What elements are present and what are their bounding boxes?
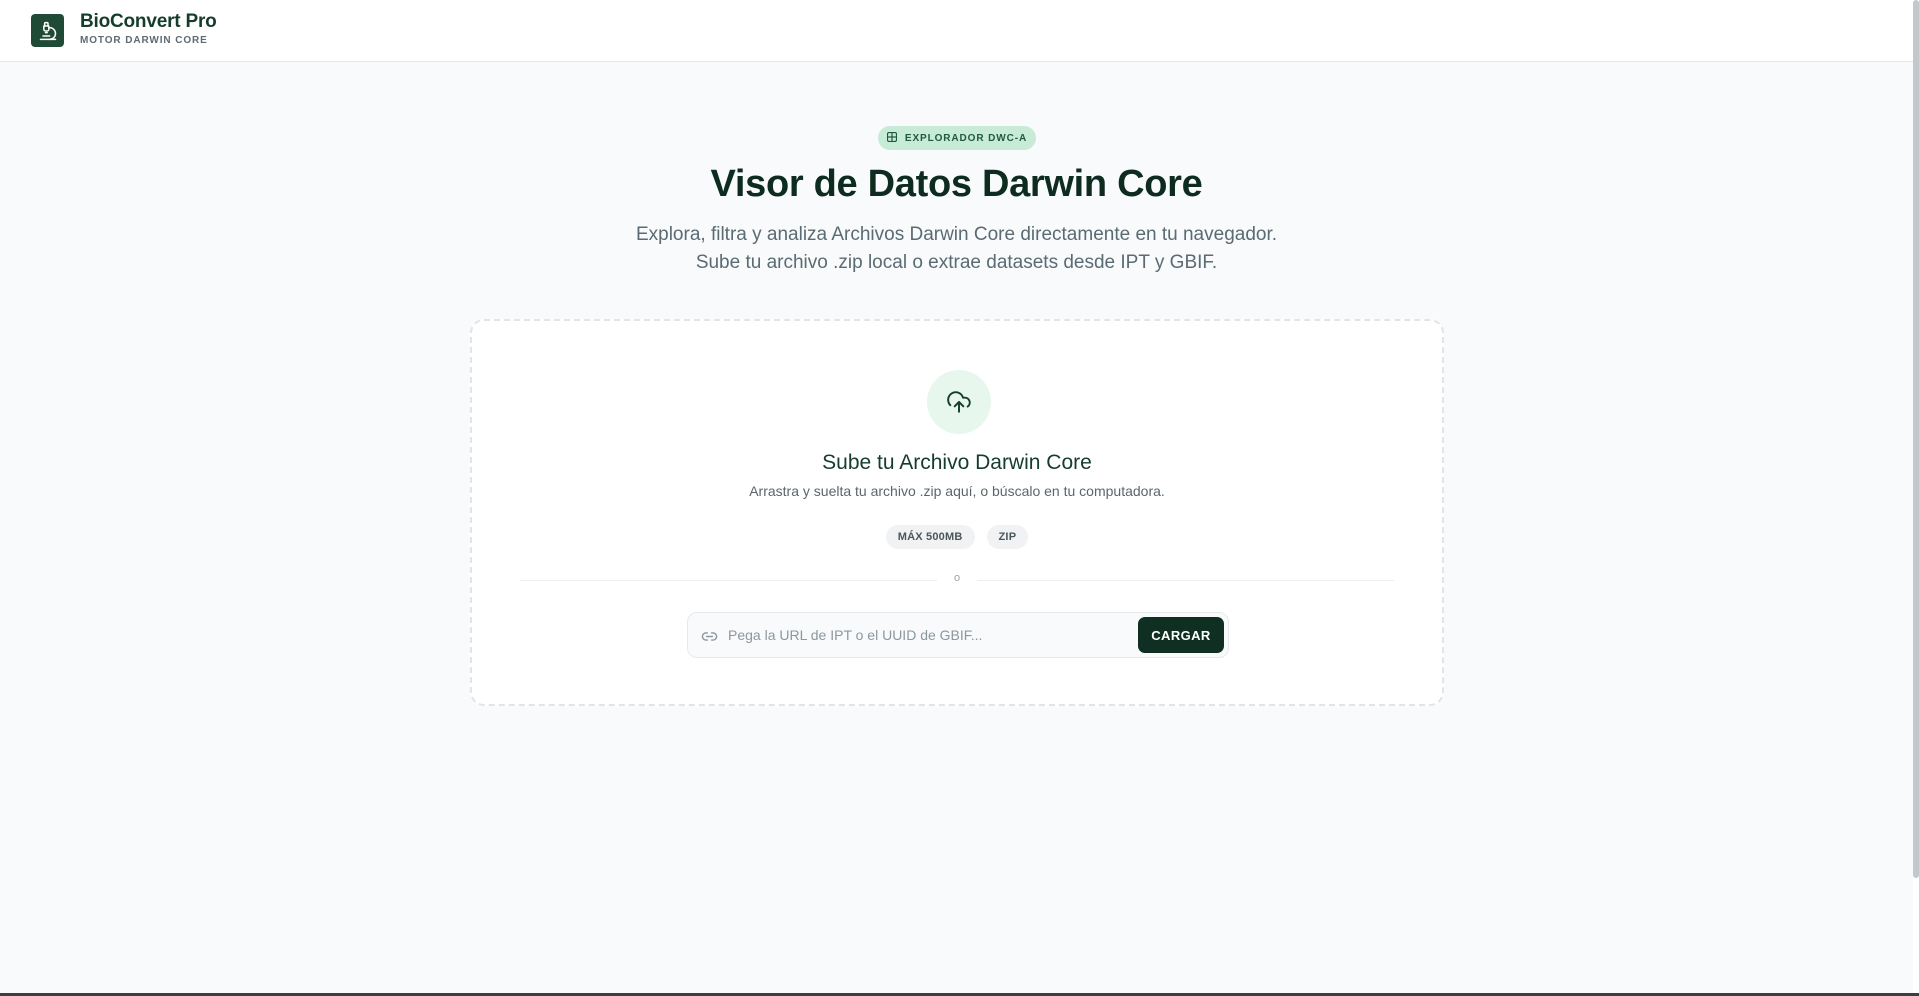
page: BioConvert Pro MOTOR DARWIN CORE EXPLORA… bbox=[0, 0, 1919, 996]
divider-text: o bbox=[937, 572, 977, 584]
page-title: Visor de Datos Darwin Core bbox=[710, 163, 1203, 205]
load-button[interactable]: CARGAR bbox=[1138, 617, 1224, 653]
microscope-icon[interactable] bbox=[31, 14, 64, 47]
upload-title: Sube tu Archivo Darwin Core bbox=[822, 451, 1092, 474]
link-icon bbox=[700, 627, 718, 645]
scrollbar-thumb[interactable] bbox=[1913, 0, 1919, 878]
max-size-tag: MÁX 500MB bbox=[885, 525, 975, 549]
page-description-line1: Explora, filtra y analiza Archivos Darwi… bbox=[635, 224, 1278, 245]
url-input[interactable] bbox=[728, 621, 1128, 649]
upload-tags: MÁX 500MB ZIP bbox=[472, 525, 1442, 549]
scrollbar-track[interactable] bbox=[1913, 0, 1919, 996]
explorer-badge: EXPLORADOR DWC-A bbox=[878, 126, 1036, 150]
page-description-line2: Sube tu archivo .zip local o extrae data… bbox=[695, 252, 1218, 273]
upload-description: Arrastra y suelta tu archivo .zip aquí, … bbox=[749, 483, 1165, 499]
upload-dropzone[interactable]: Sube tu Archivo Darwin Core Arrastra y s… bbox=[470, 319, 1444, 706]
badge-label: EXPLORADOR DWC-A bbox=[904, 132, 1028, 144]
app-header: BioConvert Pro MOTOR DARWIN CORE bbox=[0, 0, 1913, 62]
url-bar: CARGAR bbox=[687, 612, 1229, 658]
zip-format-tag: ZIP bbox=[986, 525, 1029, 549]
grid-icon bbox=[886, 129, 898, 147]
cloud-upload-icon[interactable] bbox=[927, 370, 991, 434]
brand-title[interactable]: BioConvert Pro bbox=[80, 11, 217, 33]
brand-subtitle: MOTOR DARWIN CORE bbox=[80, 35, 208, 46]
